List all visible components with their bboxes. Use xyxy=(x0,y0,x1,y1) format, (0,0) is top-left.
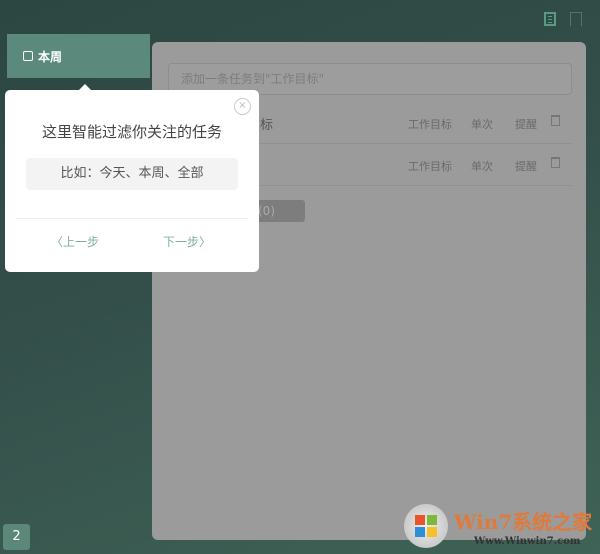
next-label: 下一步 xyxy=(163,235,200,249)
watermark-url: Www.Winwin7.com xyxy=(474,536,581,547)
watermark-logo: Win7系统之家 Www.Winwin7.com xyxy=(402,500,597,550)
task-title: 标 xyxy=(260,118,274,133)
top-toolbar xyxy=(544,12,582,26)
task-list[interactable]: 工作目标 xyxy=(408,116,452,132)
prev-label: 上一步 xyxy=(63,235,100,249)
count-badge[interactable]: 2 xyxy=(3,524,30,550)
windows-logo-icon xyxy=(404,504,448,548)
divider xyxy=(16,218,248,219)
task-repeat[interactable]: 单次 xyxy=(471,116,493,132)
task-remind[interactable]: 提醒 xyxy=(515,116,537,132)
task-list[interactable]: 工作目标 xyxy=(408,158,452,174)
bookmark-icon[interactable] xyxy=(570,12,582,26)
copy-icon xyxy=(23,51,33,61)
sidebar-item-label: 本周 xyxy=(38,49,63,64)
onboarding-popover: × 这里智能过滤你关注的任务 比如：今天、本周、全部 〈上一步 下一步〉 xyxy=(5,84,259,272)
list-view-icon[interactable] xyxy=(544,12,556,26)
sidebar-item-this-week[interactable]: 本周 xyxy=(7,34,150,78)
chevron-right-icon: 〉 xyxy=(199,235,212,249)
task-remind[interactable]: 提醒 xyxy=(515,158,537,174)
close-icon[interactable]: × xyxy=(234,98,251,115)
trash-icon[interactable] xyxy=(551,157,560,168)
popover-example: 比如：今天、本周、全部 xyxy=(26,158,238,190)
trash-icon[interactable] xyxy=(551,115,560,126)
chevron-left-icon: 〈 xyxy=(51,235,64,249)
prev-step-button[interactable]: 〈上一步 xyxy=(51,233,99,250)
popover-title: 这里智能过滤你关注的任务 xyxy=(41,123,222,141)
task-repeat[interactable]: 单次 xyxy=(471,158,493,174)
next-step-button[interactable]: 下一步〉 xyxy=(163,233,211,250)
watermark-brand: Win7系统之家 xyxy=(454,510,593,534)
